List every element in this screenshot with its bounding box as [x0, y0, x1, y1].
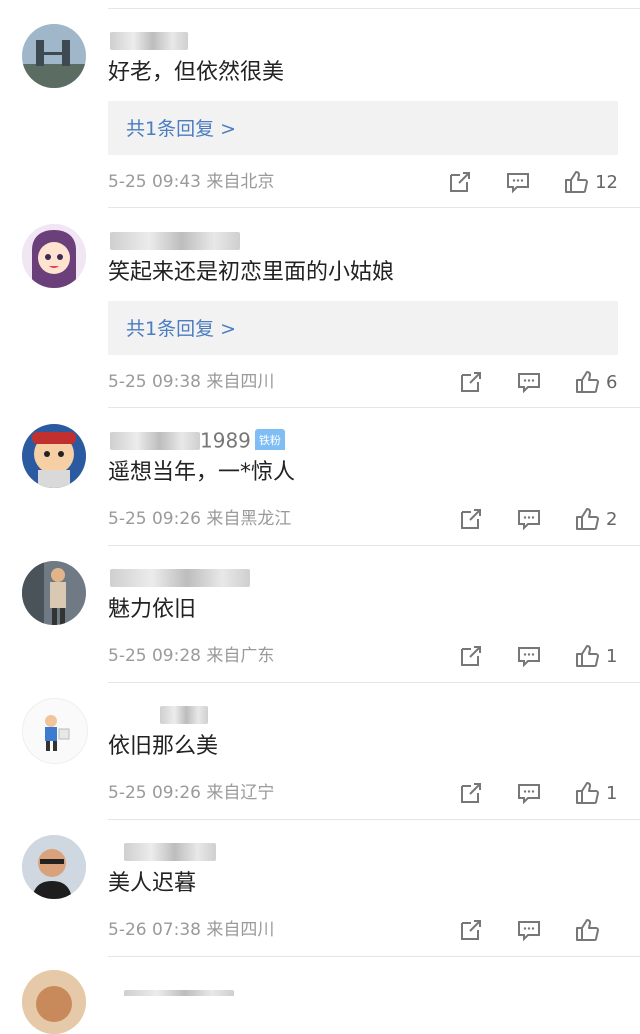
like-count: 1: [606, 645, 618, 667]
blurred-username: [160, 705, 208, 724]
divider: [108, 956, 640, 957]
timestamp: 5-25 09:43: [108, 172, 201, 192]
username[interactable]: [110, 228, 290, 250]
username[interactable]: [110, 702, 290, 724]
reply-summary[interactable]: 共1条回复 >: [108, 101, 618, 155]
comment-icon[interactable]: [516, 643, 542, 669]
blurred-username: [110, 231, 240, 250]
action-bar: 6: [458, 369, 618, 395]
location: 来自北京: [206, 172, 275, 192]
username[interactable]: [110, 28, 290, 50]
comment-text: 依旧那么美: [108, 734, 219, 759]
timestamp: 5-25 09:26: [108, 783, 201, 803]
divider: [108, 207, 640, 208]
location: 来自广东: [206, 646, 275, 666]
divider: [108, 545, 640, 546]
comment-meta: 5-26 07:38 来自四川: [108, 918, 274, 942]
comment-meta: 5-25 09:26 来自辽宁: [108, 781, 274, 805]
action-bar: 2: [458, 506, 618, 532]
divider: [108, 407, 640, 408]
like-count: 12: [595, 171, 618, 193]
blurred-username: [110, 31, 188, 50]
share-icon[interactable]: [458, 369, 484, 395]
comment-text: 好老，但依然很美: [108, 60, 285, 85]
blurred-username: [124, 989, 234, 996]
action-bar: 1: [458, 780, 618, 806]
username[interactable]: [110, 565, 290, 587]
like-count: 1: [606, 782, 618, 804]
blurred-username: [110, 431, 200, 450]
fan-badge: 铁粉: [254, 428, 285, 450]
thumbs-up-icon[interactable]: [563, 169, 589, 195]
like-count: 6: [606, 371, 618, 393]
comment-meta: 5-25 09:26 来自黑龙江: [108, 507, 291, 531]
avatar[interactable]: [22, 24, 86, 88]
share-icon[interactable]: [447, 169, 473, 195]
share-icon[interactable]: [458, 506, 484, 532]
action-bar: 12: [447, 169, 618, 195]
location: 来自辽宁: [206, 783, 275, 803]
share-icon[interactable]: [458, 780, 484, 806]
divider: [108, 819, 640, 820]
username[interactable]: 1989 铁粉: [110, 428, 310, 450]
location: 来自黑龙江: [206, 509, 292, 529]
blurred-username: [110, 568, 250, 587]
share-icon[interactable]: [458, 917, 484, 943]
comment-icon[interactable]: [505, 169, 531, 195]
share-icon[interactable]: [458, 643, 484, 669]
timestamp: 5-26 07:38: [108, 920, 201, 940]
comment-icon[interactable]: [516, 917, 542, 943]
avatar[interactable]: [22, 561, 86, 625]
avatar[interactable]: [22, 835, 86, 899]
thumbs-up-icon[interactable]: [574, 369, 600, 395]
comment-text: 美人迟暮: [108, 871, 197, 896]
divider: [108, 8, 640, 9]
like-count: 2: [606, 508, 618, 530]
comment-icon[interactable]: [516, 369, 542, 395]
timestamp: 5-25 09:26: [108, 509, 201, 529]
avatar[interactable]: [22, 224, 86, 288]
timestamp: 5-25 09:38: [108, 372, 201, 392]
username-suffix: 1989: [200, 428, 251, 451]
comment-text: 遥想当年，一*惊人: [108, 460, 296, 485]
thumbs-up-icon[interactable]: [574, 917, 600, 943]
comment-meta: 5-25 09:43 来自北京: [108, 170, 274, 194]
thumbs-up-icon[interactable]: [574, 506, 600, 532]
divider: [108, 682, 640, 683]
avatar[interactable]: [22, 970, 86, 1034]
username[interactable]: [110, 986, 290, 996]
comment-meta: 5-25 09:28 来自广东: [108, 644, 274, 668]
location: 来自四川: [206, 920, 275, 940]
avatar[interactable]: [22, 698, 88, 764]
comment-icon[interactable]: [516, 780, 542, 806]
username[interactable]: [110, 839, 290, 861]
thumbs-up-icon[interactable]: [574, 643, 600, 669]
thumbs-up-icon[interactable]: [574, 780, 600, 806]
blurred-username: [124, 842, 216, 861]
location: 来自四川: [206, 372, 275, 392]
avatar[interactable]: [22, 424, 86, 488]
reply-count-link[interactable]: 共1条回复 >: [126, 314, 236, 341]
action-bar: 1: [458, 643, 618, 669]
comment-text: 魅力依旧: [108, 597, 197, 622]
reply-count-link[interactable]: 共1条回复 >: [126, 114, 236, 141]
comment-text: 笑起来还是初恋里面的小姑娘: [108, 260, 395, 285]
action-bar: [458, 917, 618, 943]
reply-summary[interactable]: 共1条回复 >: [108, 301, 618, 355]
timestamp: 5-25 09:28: [108, 646, 201, 666]
comment-meta: 5-25 09:38 来自四川: [108, 370, 274, 394]
comment-icon[interactable]: [516, 506, 542, 532]
